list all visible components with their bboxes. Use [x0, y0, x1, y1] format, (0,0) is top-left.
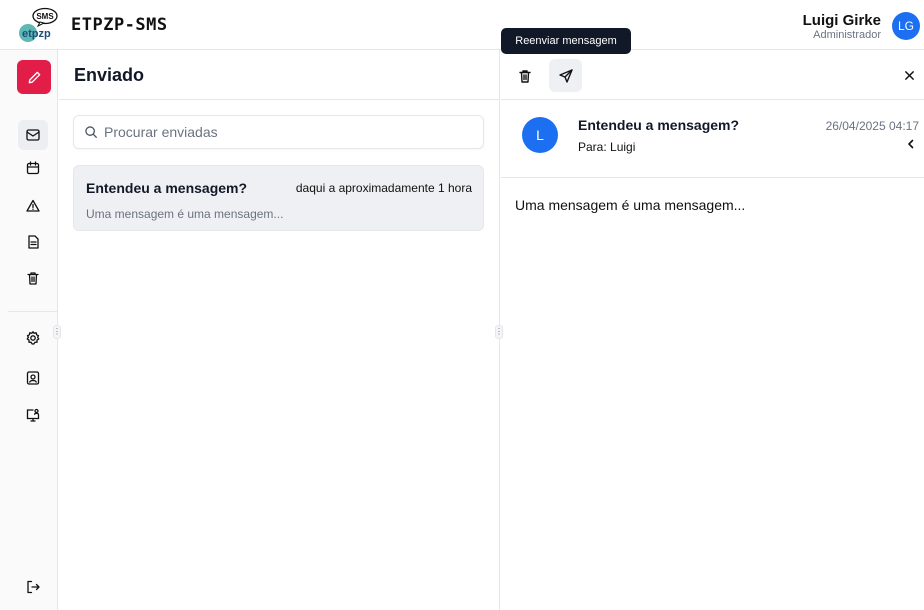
- compose-button[interactable]: [17, 60, 51, 94]
- pencil-icon: [28, 71, 40, 83]
- page-title: Enviado: [74, 65, 145, 85]
- list-header: Enviado: [59, 50, 500, 100]
- trash-icon: [27, 272, 39, 285]
- message-subject: Entendeu a mensagem?: [86, 180, 248, 196]
- inbox-sent-icon: [26, 129, 40, 141]
- sidebar-item-failed[interactable]: [18, 191, 48, 221]
- close-button[interactable]: [900, 66, 918, 84]
- sidebar-item-drafts[interactable]: [18, 227, 48, 257]
- recipient-label: Para:: [578, 140, 607, 154]
- recipient-value: Luigi: [610, 140, 636, 154]
- resend-button[interactable]: [549, 59, 582, 92]
- user-role: Administrador: [813, 29, 881, 41]
- search-input[interactable]: [104, 116, 474, 148]
- message-body: Uma mensagem é uma mensagem...: [515, 197, 746, 213]
- user-name: Luigi Girke: [802, 12, 881, 29]
- sidebar-item-contacts[interactable]: [18, 363, 48, 393]
- close-icon: [904, 70, 914, 80]
- sidebar-item-admin[interactable]: [18, 400, 48, 430]
- search-icon: [85, 126, 97, 138]
- alert-triangle-icon: [26, 199, 40, 212]
- chevron-left-icon[interactable]: [905, 138, 917, 150]
- settings-icon: [26, 331, 40, 345]
- user-avatar[interactable]: LG: [892, 12, 920, 40]
- contacts-icon: [26, 371, 40, 385]
- monitor-user-icon: [26, 408, 40, 422]
- document-icon: [28, 235, 39, 249]
- detail-toolbar: [501, 50, 924, 100]
- message-time: daqui a aproximadamente 1 hora: [295, 181, 472, 195]
- message-date: 26/04/2025 04:17: [825, 119, 919, 133]
- send-icon: [558, 68, 573, 83]
- trash-icon: [518, 69, 531, 83]
- sidebar-item-logout[interactable]: [18, 572, 48, 602]
- resend-tooltip: Reenviar mensagem: [501, 28, 631, 54]
- svg-text:etpzp: etpzp: [22, 28, 51, 40]
- sent-list-panel: Enviado Entendeu a mensagem? daqui a apr…: [59, 50, 500, 610]
- sidebar-item-settings[interactable]: [18, 323, 48, 353]
- sidebar: ⋮: [0, 50, 61, 610]
- app-logo: etpzp SMS: [16, 7, 60, 45]
- app-title: ETPZP-SMS: [71, 15, 168, 35]
- sidebar-item-scheduled[interactable]: [18, 153, 48, 183]
- sidebar-divider: [8, 311, 58, 312]
- sidebar-item-sent[interactable]: [18, 120, 48, 150]
- delete-button[interactable]: [508, 59, 541, 92]
- message-header: L Entendeu a mensagem? Para: Luigi 26/04…: [501, 100, 924, 178]
- logout-icon: [27, 580, 40, 594]
- search-box[interactable]: [73, 115, 484, 149]
- top-header: etpzp SMS ETPZP-SMS Luigi Girke Administ…: [0, 0, 924, 50]
- message-preview: Uma mensagem é uma mensagem...: [86, 207, 284, 221]
- avatar: L: [522, 117, 558, 153]
- calendar-icon: [26, 161, 40, 175]
- message-subject: Entendeu a mensagem?: [578, 117, 740, 133]
- list-item[interactable]: Entendeu a mensagem? daqui a aproximadam…: [73, 165, 484, 231]
- message-detail-panel: L Entendeu a mensagem? Para: Luigi 26/04…: [501, 50, 924, 610]
- svg-text:SMS: SMS: [36, 12, 54, 21]
- panel-resize-handle[interactable]: ⋮: [495, 325, 503, 339]
- sidebar-item-trash[interactable]: [18, 263, 48, 293]
- message-recipient: Para: Luigi: [578, 140, 635, 154]
